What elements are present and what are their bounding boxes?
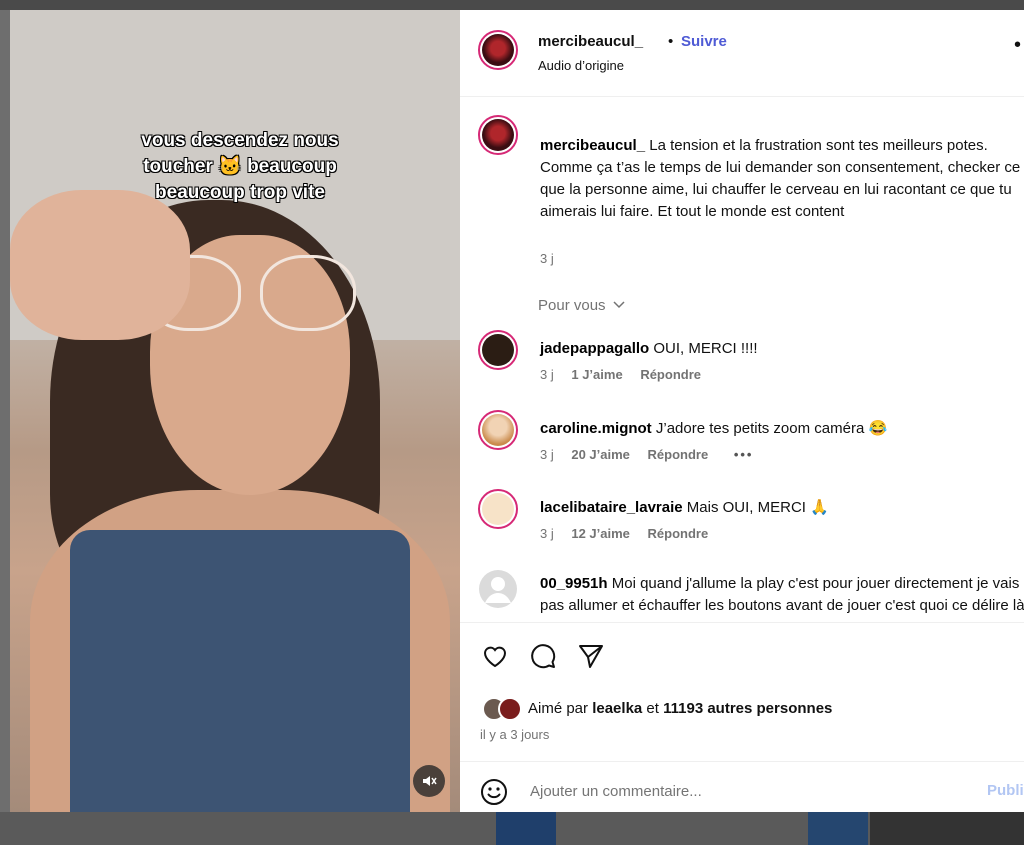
comment-more-icon[interactable]: ••• [734,447,754,462]
chevron-down-icon [613,301,625,309]
post-header: mercibeaucul_ • Suivre Audio d’origine • [460,10,1024,97]
comment-meta: 3 j 1 J’aime Répondre [540,367,701,382]
caption-text-block: mercibeaucul_ La tension et la frustrati… [540,135,1024,223]
author-username[interactable]: mercibeaucul_ [538,33,643,50]
background-tile [496,812,556,845]
separator-dot: • [668,33,674,50]
likes-and: et [646,700,659,717]
background-tile [870,812,1024,845]
comment-username[interactable]: jadepappagallo [540,340,649,357]
comment-username[interactable]: caroline.mignot [540,420,652,437]
comment-text-block: lacelibataire_lavraie Mais OUI, MERCI 🙏 [540,497,1024,519]
background-tile [808,812,868,845]
comment-text-block: 00_9951h Moi quand j'allume la play c'es… [540,573,1024,617]
commenter-avatar[interactable] [478,410,518,450]
likes-count[interactable]: 11193 autres personnes [663,700,832,717]
pour-vous-filter[interactable]: Pour vous [538,297,626,314]
commenter-avatar[interactable] [478,330,518,370]
caption-meta: 3 j [540,251,554,266]
reply-button[interactable]: Répondre [648,447,709,462]
comment-meta: 3 j 12 J’aime Répondre [540,526,708,541]
caption-username[interactable]: mercibeaucul_ [540,137,645,154]
comment-likes[interactable]: 1 J’aime [571,367,622,382]
likers-avatars[interactable] [482,697,526,721]
comment-username[interactable]: 00_9951h [540,575,608,592]
comment-text-block: jadepappagallo OUI, MERCI !!!! [540,338,1024,360]
more-dots-icon[interactable]: • [1014,34,1021,57]
comment-text-block: caroline.mignot J’adore tes petits zoom … [540,418,1024,440]
commenter-avatar[interactable] [478,569,518,609]
comment-text: OUI, MERCI !!!! [653,340,758,357]
follow-button[interactable]: Suivre [681,33,727,50]
post-actions: Aimé par leaelka et 11193 autres personn… [460,622,1024,812]
speaker-muted-icon [423,776,437,786]
post-date[interactable]: il y a 3 jours [480,727,549,742]
default-user-icon [479,570,517,608]
post-video[interactable]: vous descendez nous toucher 🐱 beaucoup b… [10,10,460,812]
reply-button[interactable]: Répondre [640,367,701,382]
author-avatar[interactable] [478,115,518,155]
background-feed-top [0,0,1024,10]
comment-text: J’adore tes petits zoom caméra 😂 [655,420,888,437]
author-avatar[interactable] [478,30,518,70]
overlay-line: toucher 🐱 beaucoup [143,156,337,177]
comment-input[interactable] [528,782,912,801]
video-caption-overlay: vous descendez nous toucher 🐱 beaucoup b… [90,128,390,206]
comment-time[interactable]: 3 j [540,526,554,541]
comment-likes[interactable]: 12 J’aime [571,526,630,541]
mute-button[interactable] [413,765,445,797]
comment-time[interactable]: 3 j [540,447,554,462]
post-details-panel: mercibeaucul_ • Suivre Audio d’origine •… [460,10,1024,812]
comments-list[interactable]: mercibeaucul_ La tension et la frustrati… [460,97,1024,617]
comment-username[interactable]: lacelibataire_lavraie [540,499,683,516]
post-modal: vous descendez nous toucher 🐱 beaucoup b… [10,10,1024,812]
comment-bubble-icon[interactable] [528,641,558,671]
overlay-line: vous descendez nous [141,130,339,151]
comment-likes[interactable]: 20 J’aime [571,447,630,462]
comment-time[interactable]: 3 j [540,367,554,382]
liker-username[interactable]: leaelka [592,700,642,717]
paper-plane-icon[interactable] [576,641,606,671]
background-feed-bottom [0,812,1024,845]
likes-prefix: Aimé par [528,700,589,717]
caption-time[interactable]: 3 j [540,251,554,266]
reply-button[interactable]: Répondre [648,526,709,541]
filter-label: Pour vous [538,297,606,314]
commenter-avatar[interactable] [478,489,518,529]
overlay-line: beaucoup trop vite [155,182,325,203]
comment-text: Mais OUI, MERCI 🙏 [686,499,829,516]
video-subject-clothing [70,530,410,812]
likes-summary[interactable]: Aimé par leaelka et 11193 autres personn… [528,700,832,717]
heart-icon[interactable] [480,641,510,671]
smiley-icon[interactable] [480,778,508,806]
publish-button[interactable]: Publier [987,782,1024,799]
comment-meta: 3 j 20 J’aime Répondre ••• [540,447,753,462]
add-comment-bar: Publier [460,761,1024,812]
comment-text: Moi quand j'allume la play c'est pour jo… [540,575,1024,614]
audio-label[interactable]: Audio d’origine [538,58,624,73]
video-subject-hand [10,190,190,340]
